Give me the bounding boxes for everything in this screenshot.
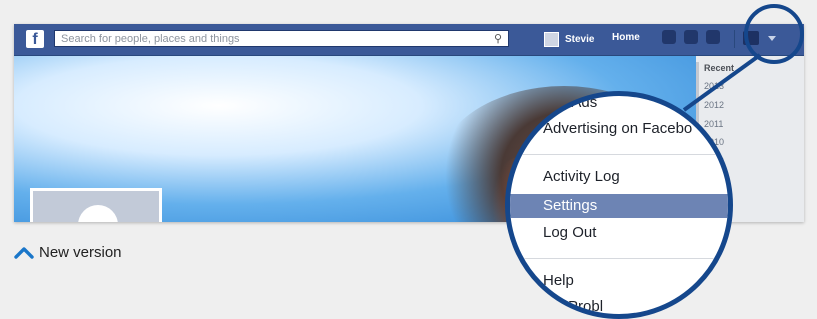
menu-item-activity-log[interactable]: Activity Log [510,168,728,185]
menu-item-log-out[interactable]: Log Out [510,224,728,241]
menu-item-report-problem[interactable]: ...a Probl [510,298,728,314]
menu-item-advertising[interactable]: Advertising on Facebo [510,120,728,137]
menu-item-create-ads[interactable]: ...te Ads [510,96,728,111]
magnified-account-menu: ...te Ads Advertising on Facebo Activity… [505,91,733,319]
menu-divider [510,258,728,259]
callout-small-circle [744,4,804,64]
menu-divider [510,154,728,155]
menu-item-settings[interactable]: Settings [510,194,728,218]
menu-item-help[interactable]: Help [510,272,728,289]
